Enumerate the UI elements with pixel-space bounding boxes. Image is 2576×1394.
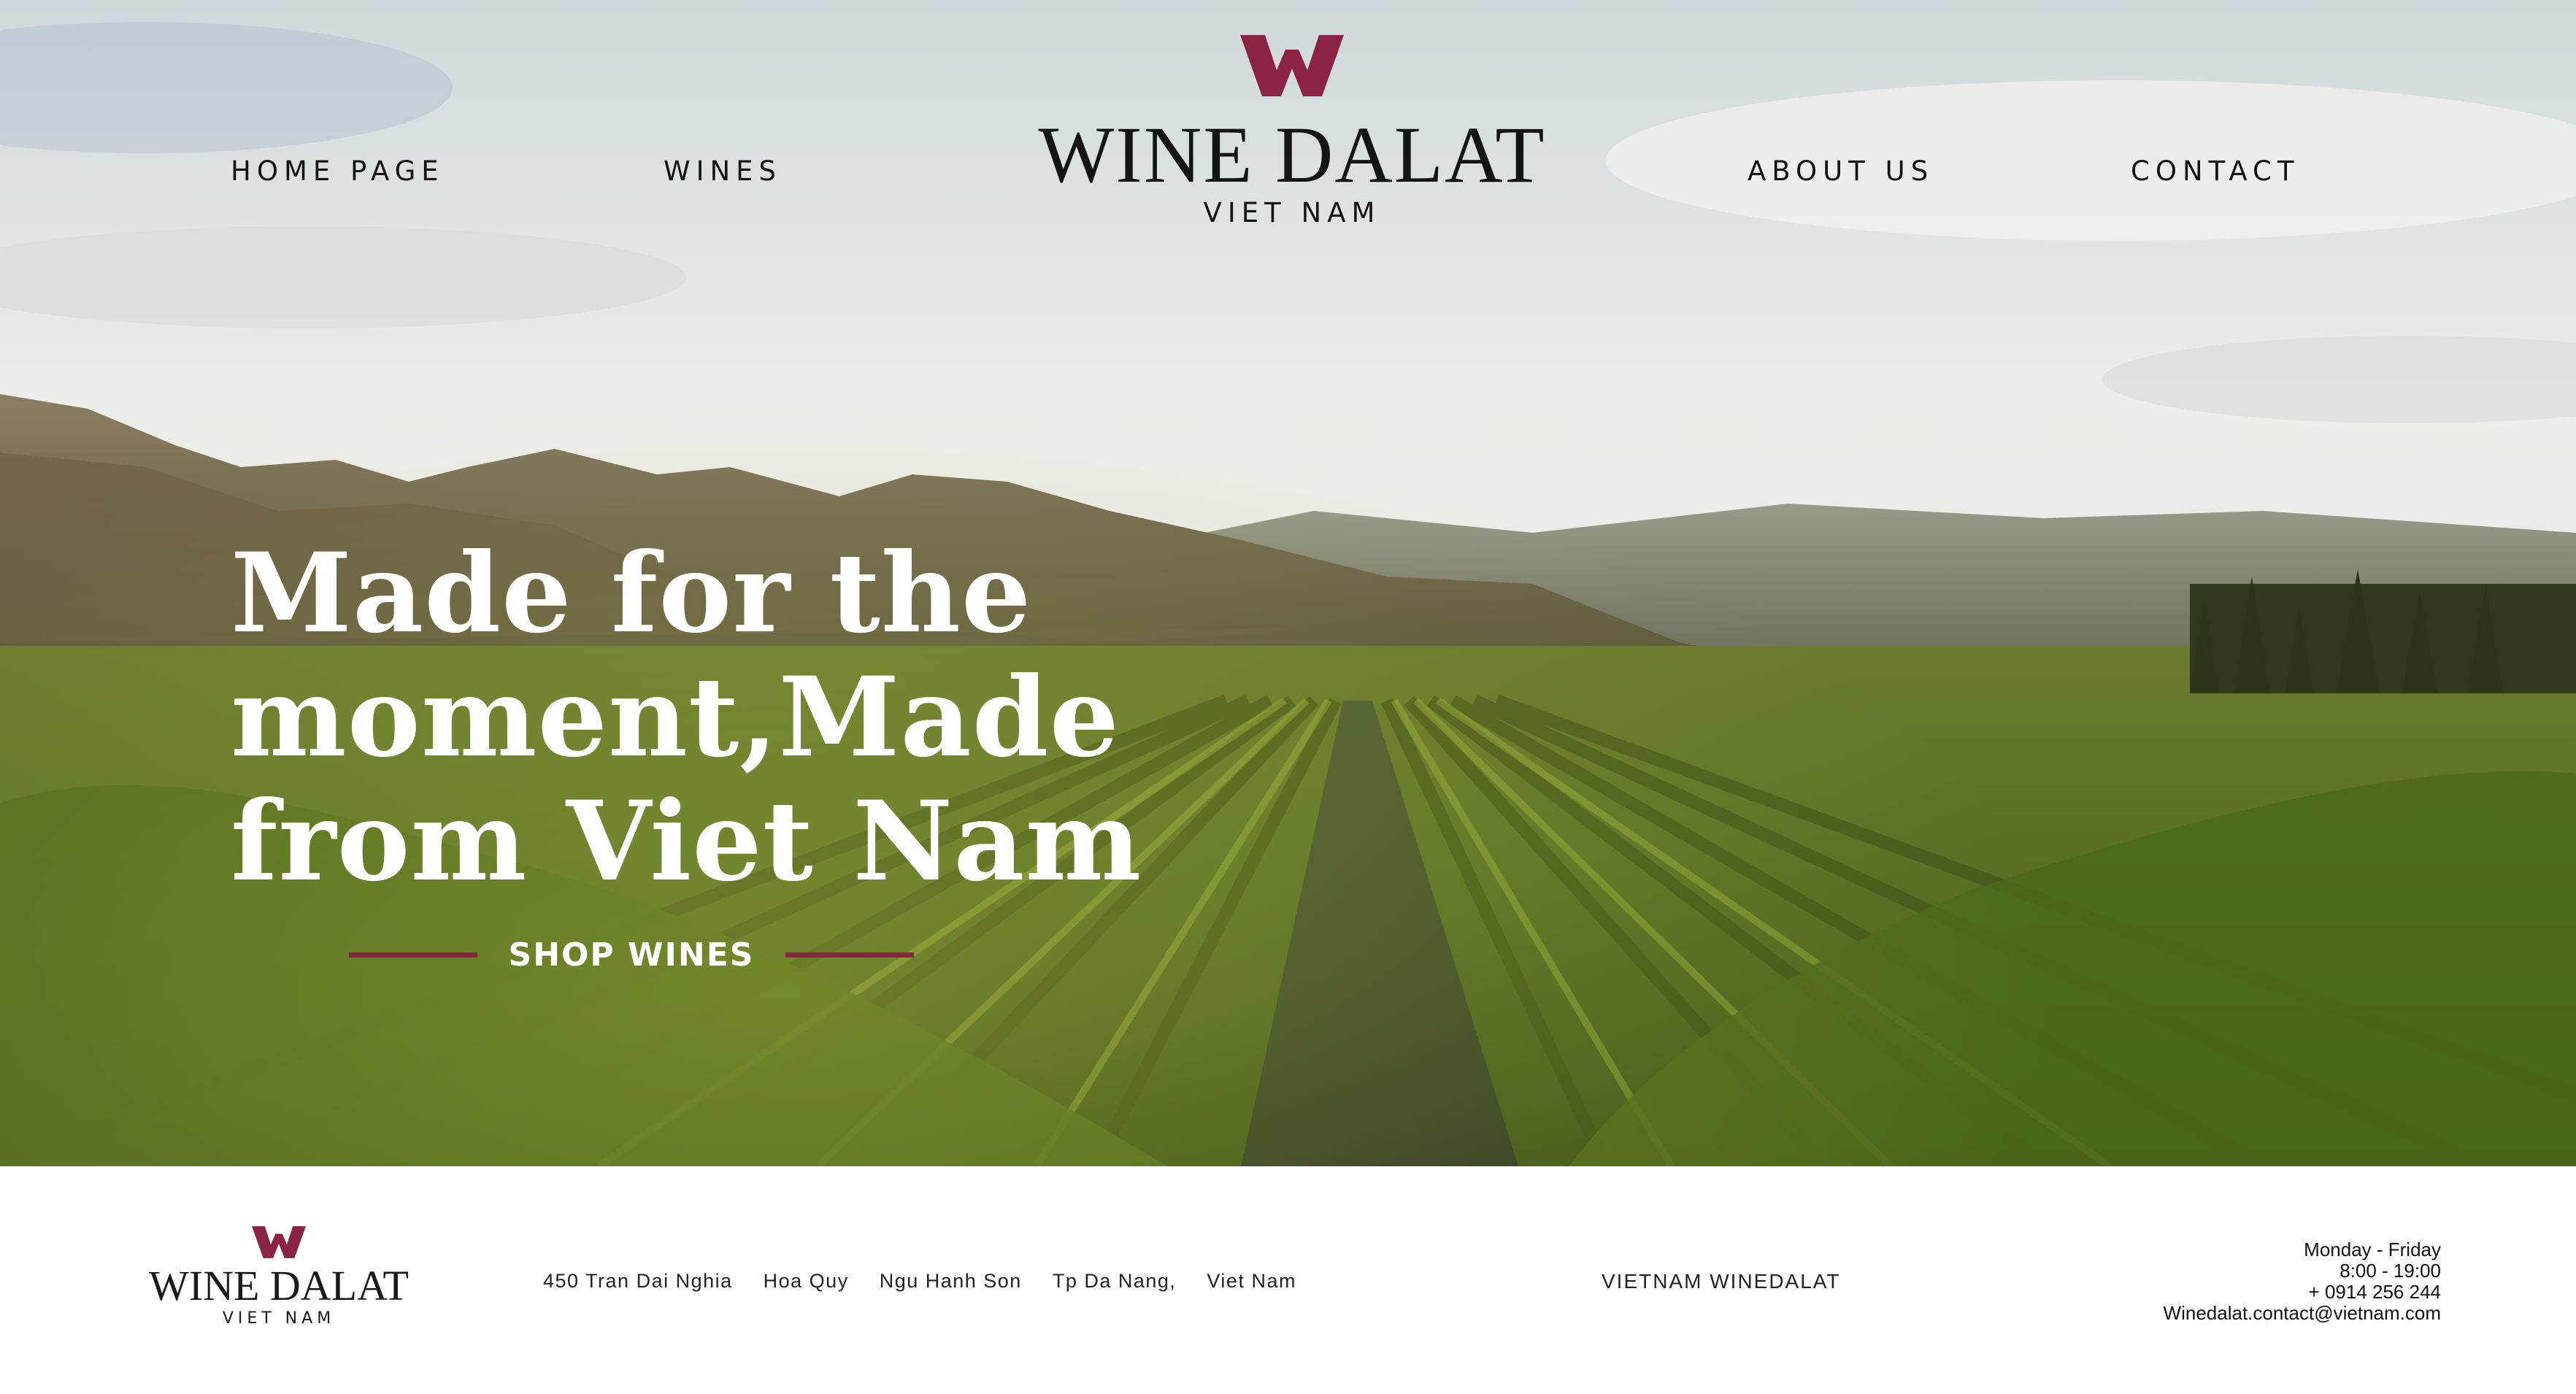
- nav-home-page[interactable]: HOME PAGE: [231, 153, 445, 190]
- address-country: Viet Nam: [1207, 1270, 1296, 1292]
- nav-wines[interactable]: WINES: [664, 153, 782, 190]
- address-ward: Hoa Quy: [763, 1270, 849, 1292]
- header-logo[interactable]: WINE DALAT VIET NAM: [1037, 35, 1547, 228]
- headline-line-2: moment,Made: [231, 653, 1120, 782]
- shop-wines-label: SHOP WINES: [508, 936, 755, 974]
- brand-subtitle: VIET NAM: [1203, 197, 1381, 228]
- phone-number[interactable]: + 0914 256 244: [2164, 1282, 2441, 1303]
- footer-brand-name: WINE DALAT: [149, 1262, 409, 1309]
- brand-name: WINE DALAT: [1038, 110, 1546, 199]
- address-district: Ngu Hanh Son: [879, 1270, 1022, 1292]
- footer-logo[interactable]: WINE DALAT VIET NAM: [143, 1226, 415, 1328]
- headline-line-3: from Viet Nam: [231, 777, 1142, 906]
- headline-line-1: Made for the: [231, 529, 1032, 658]
- address-street: 450 Tran Dai Nghia: [543, 1270, 733, 1292]
- shop-wines-button[interactable]: SHOP WINES: [349, 933, 914, 977]
- address-city: Tp Da Nang,: [1052, 1270, 1177, 1292]
- email-address[interactable]: Winedalat.contact@vietnam.com: [2164, 1303, 2441, 1324]
- w-logo-icon: [252, 1226, 306, 1258]
- hero-section: HOME PAGE WINES ABOUT US CONTACT WINE DA…: [0, 0, 2576, 1166]
- w-logo-icon: [1240, 35, 1344, 96]
- cta-left-rule: [349, 952, 477, 958]
- footer-brand-subtitle: VIET NAM: [222, 1309, 336, 1328]
- footer-contact: Monday - Friday 8:00 - 19:00 + 0914 256 …: [2164, 1239, 2441, 1324]
- footer-address: 450 Tran Dai Nghia Hoa Quy Ngu Hanh Son …: [543, 1270, 1296, 1293]
- hours-time: 8:00 - 19:00: [2339, 1260, 2441, 1282]
- nav-contact[interactable]: CONTACT: [2131, 153, 2299, 190]
- cta-right-rule: [785, 952, 914, 958]
- footer-company-name: VIETNAM WINEDALAT: [1602, 1270, 1841, 1293]
- hours-days: Monday - Friday: [2304, 1239, 2441, 1260]
- nav-about-us[interactable]: ABOUT US: [1748, 153, 1934, 190]
- footer: WINE DALAT VIET NAM 450 Tran Dai Nghia H…: [0, 1166, 2576, 1394]
- hero-headline: Made for the moment,Made from Viet Nam: [231, 531, 1180, 904]
